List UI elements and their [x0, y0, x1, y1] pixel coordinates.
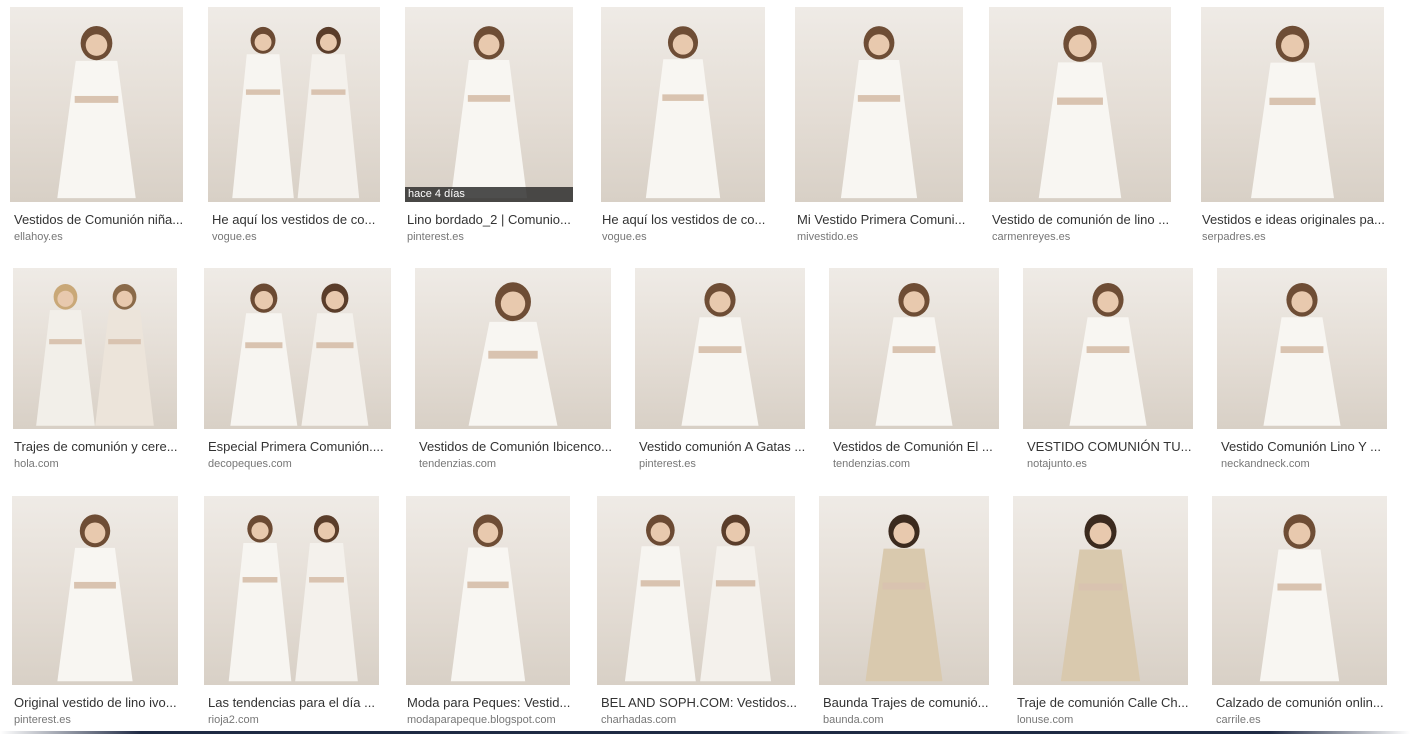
result-source[interactable]: ellahoy.es	[14, 231, 197, 243]
result-title[interactable]: Vestidos de Comunión niña...	[14, 212, 197, 227]
girl-white-dress-photo[interactable]	[1201, 7, 1384, 202]
result-title[interactable]: Traje de comunión Calle Ch...	[1017, 695, 1202, 710]
girl-white-dress-photo[interactable]	[1212, 496, 1387, 685]
result-title[interactable]: Moda para Peques: Vestid...	[407, 695, 581, 710]
result-source[interactable]: vogue.es	[602, 231, 776, 243]
result-title[interactable]: Vestido Comunión Lino Y ...	[1221, 439, 1401, 454]
result-source[interactable]: pinterest.es	[407, 231, 585, 243]
result-title[interactable]: Vestidos e ideas originales pa...	[1202, 212, 1395, 227]
result-title[interactable]: Vestidos de Comunión El ...	[833, 439, 1013, 454]
boy-beige-suit-photo[interactable]	[819, 496, 989, 685]
girl-white-dress-photo[interactable]	[406, 496, 570, 685]
result-title[interactable]: Mi Vestido Primera Comuni...	[797, 212, 975, 227]
result-title[interactable]: Las tendencias para el día ...	[208, 695, 393, 710]
two-girls-white-dresses-photo[interactable]	[208, 7, 380, 202]
girl-white-dress-photo[interactable]	[601, 7, 765, 202]
girl-white-dress-photo[interactable]: hace 4 días	[405, 7, 573, 202]
result-title[interactable]: Vestido comunión A Gatas ...	[639, 439, 819, 454]
result-source[interactable]: tendenzias.com	[833, 458, 1013, 470]
result-title[interactable]: Baunda Trajes de comunió...	[823, 695, 1003, 710]
result-source[interactable]: mivestido.es	[797, 231, 975, 243]
result-source[interactable]: tendenzias.com	[419, 458, 625, 470]
boy-and-girl-photo[interactable]	[13, 268, 177, 429]
result-title[interactable]: Trajes de comunión y cere...	[14, 439, 188, 454]
result-source[interactable]: serpadres.es	[1202, 231, 1395, 243]
date-badge: hace 4 días	[405, 187, 573, 202]
result-title[interactable]: Original vestido de lino ivo...	[14, 695, 190, 710]
girl-white-dress-photo[interactable]	[829, 268, 999, 429]
result-source[interactable]: carrile.es	[1216, 714, 1401, 726]
result-title[interactable]: Vestido de comunión de lino ...	[992, 212, 1184, 227]
boy-beige-suit-photo[interactable]	[1013, 496, 1188, 685]
two-girls-white-dresses-photo[interactable]	[204, 268, 391, 429]
result-title[interactable]: BEL AND SOPH.COM: Vestidos...	[601, 695, 809, 710]
result-title[interactable]: Especial Primera Comunión....	[208, 439, 405, 454]
result-source[interactable]: neckandneck.com	[1221, 458, 1401, 470]
girl-white-dress-photo[interactable]	[10, 7, 183, 202]
result-source[interactable]: lonuse.com	[1017, 714, 1202, 726]
result-title[interactable]: He aquí los vestidos de co...	[212, 212, 394, 227]
girl-white-dress-photo[interactable]	[795, 7, 963, 202]
result-source[interactable]: decopeques.com	[208, 458, 405, 470]
result-source[interactable]: hola.com	[14, 458, 188, 470]
result-source[interactable]: pinterest.es	[639, 458, 819, 470]
result-title[interactable]: Vestidos de Comunión Ibicenco...	[419, 439, 625, 454]
result-source[interactable]: vogue.es	[212, 231, 394, 243]
result-source[interactable]: baunda.com	[823, 714, 1003, 726]
result-title[interactable]: Calzado de comunión onlin...	[1216, 695, 1401, 710]
result-source[interactable]: rioja2.com	[208, 714, 393, 726]
result-title[interactable]: He aquí los vestidos de co...	[602, 212, 776, 227]
girl-white-dress-photo[interactable]	[635, 268, 805, 429]
result-source[interactable]: charhadas.com	[601, 714, 809, 726]
girl-white-dress-back-photo[interactable]	[1217, 268, 1387, 429]
two-girls-white-dresses-photo[interactable]	[204, 496, 379, 685]
girl-white-dress-photo[interactable]	[12, 496, 178, 685]
result-title[interactable]: VESTIDO COMUNIÓN TU...	[1027, 439, 1207, 454]
girl-white-dress-photo[interactable]	[1023, 268, 1193, 429]
result-source[interactable]: modaparapeque.blogspot.com	[407, 714, 581, 726]
result-source[interactable]: notajunto.es	[1027, 458, 1207, 470]
result-source[interactable]: carmenreyes.es	[992, 231, 1184, 243]
result-source[interactable]: pinterest.es	[14, 714, 190, 726]
girl-white-dress-photo[interactable]	[415, 268, 611, 429]
two-girls-white-dresses-photo[interactable]	[597, 496, 795, 685]
girl-white-dress-photo[interactable]	[989, 7, 1171, 202]
result-title[interactable]: Lino bordado_2 | Comunio...	[407, 212, 585, 227]
